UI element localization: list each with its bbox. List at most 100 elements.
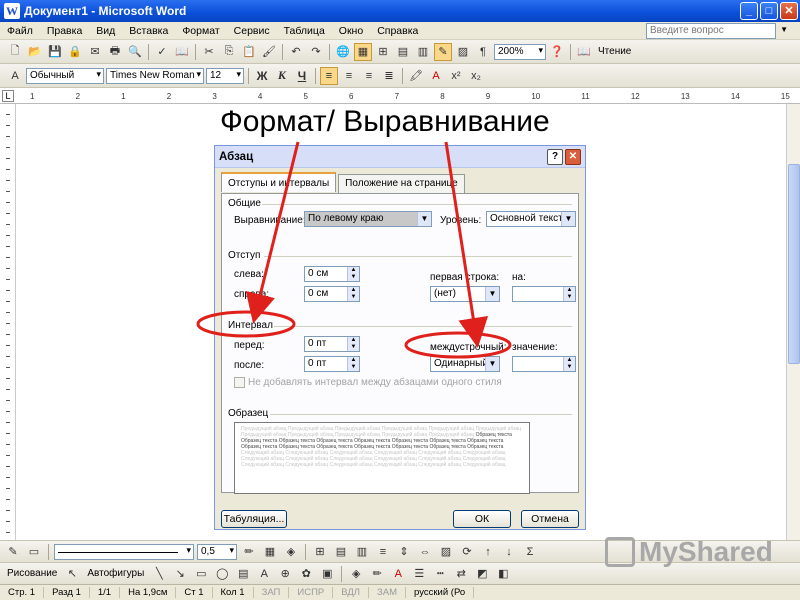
text-color-icon[interactable]: A [389, 565, 407, 583]
insert-excel-icon[interactable]: ▤ [394, 43, 412, 61]
arrow-style-icon[interactable]: ⇄ [452, 565, 470, 583]
tab-indents-spacing[interactable]: Отступы и интервалы [221, 172, 337, 192]
table-draw-icon[interactable]: ✎ [4, 543, 22, 561]
menu-file[interactable]: Файл [0, 25, 40, 37]
font-color-icon[interactable]: A [427, 67, 445, 85]
cancel-button[interactable]: Отмена [521, 510, 579, 528]
superscript-icon[interactable]: x² [447, 67, 465, 85]
document-map-icon[interactable]: ▨ [454, 43, 472, 61]
autoformat-icon[interactable]: ▨ [437, 543, 455, 561]
font-select[interactable]: Times New Roman [106, 67, 204, 84]
no-space-checkbox[interactable] [234, 377, 245, 388]
new-document-icon[interactable]: 🗋 [6, 43, 24, 61]
indent-by-spinner[interactable]: ▲ ▼ [563, 287, 575, 301]
menu-edit[interactable]: Правка [40, 25, 89, 37]
indent-right-input[interactable]: 0 см ▲ ▼ [304, 286, 360, 302]
text-direction-icon[interactable]: ⟳ [458, 543, 476, 561]
sort-desc-icon[interactable]: ↓ [500, 543, 518, 561]
level-select[interactable]: Основной текст ▼ [486, 211, 576, 227]
first-line-select[interactable]: (нет) ▼ [430, 286, 500, 302]
horizontal-ruler[interactable]: L 1 2 1 2 3 4 5 6 7 8 9 10 11 12 13 14 1… [0, 88, 800, 104]
shadow-icon[interactable]: ◩ [473, 565, 491, 583]
ok-button[interactable]: ОК [453, 510, 511, 528]
paste-icon[interactable]: 📋 [240, 43, 258, 61]
read-icon[interactable]: 📖 [575, 43, 593, 61]
undo-icon[interactable]: ↶ [287, 43, 305, 61]
wordart-icon[interactable]: A [255, 565, 273, 583]
diagram-icon[interactable]: ⊕ [276, 565, 294, 583]
italic-button[interactable]: К [273, 67, 291, 85]
status-trk[interactable]: ИСПР [289, 587, 334, 598]
format-painter-icon[interactable]: 🖌 [260, 43, 278, 61]
line-style-icon[interactable]: ☰ [410, 565, 428, 583]
tab-selector-icon[interactable]: L [2, 90, 14, 102]
arrow-tool-icon[interactable]: ↘ [171, 565, 189, 583]
indent-left-input[interactable]: 0 см ▲ ▼ [304, 266, 360, 282]
align-cell-icon[interactable]: ≡ [374, 543, 392, 561]
tabs-button[interactable]: Табуляция... [221, 510, 287, 528]
hyperlink-icon[interactable]: 🌐 [334, 43, 352, 61]
style-select[interactable]: Обычный [26, 67, 104, 84]
alignment-select[interactable]: По левому краю ▼ [304, 211, 432, 227]
dialog-close-button[interactable]: ✕ [565, 149, 581, 165]
status-rec[interactable]: ЗАП [254, 587, 290, 598]
menu-view[interactable]: Вид [89, 25, 122, 37]
copy-icon[interactable]: ⎘ [220, 43, 238, 61]
distribute-cols-icon[interactable]: ⇔ [416, 543, 434, 561]
3d-icon[interactable]: ◧ [494, 565, 512, 583]
styles-icon[interactable]: A [6, 67, 24, 85]
email-icon[interactable]: ✉ [86, 43, 104, 61]
level-dropdown-icon[interactable]: ▼ [561, 212, 575, 226]
spelling-icon[interactable]: ✓ [153, 43, 171, 61]
menu-format[interactable]: Формат [175, 25, 226, 37]
spacing-after-input[interactable]: 0 пт ▲ ▼ [304, 356, 360, 372]
vertical-scrollbar[interactable] [786, 104, 800, 540]
line-style-select[interactable] [54, 543, 194, 560]
status-ext[interactable]: ВДЛ [333, 587, 370, 598]
align-left-icon[interactable]: ≡ [320, 66, 338, 85]
textbox-tool-icon[interactable]: ▤ [234, 565, 252, 583]
distribute-rows-icon[interactable]: ⇕ [395, 543, 413, 561]
line-spacing-select[interactable]: Одинарный ▼ [430, 356, 500, 372]
fill-color-icon[interactable]: ◈ [347, 565, 365, 583]
dash-style-icon[interactable]: ┅ [431, 565, 449, 583]
align-right-icon[interactable]: ≡ [360, 67, 378, 85]
spacing-before-input[interactable]: 0 пт ▲ ▼ [304, 336, 360, 352]
line-tool-icon[interactable]: ╲ [150, 565, 168, 583]
rectangle-tool-icon[interactable]: ▭ [192, 565, 210, 583]
underline-button[interactable]: Ч [293, 67, 311, 85]
font-size-select[interactable]: 12 [206, 67, 244, 84]
close-window-button[interactable]: ✕ [780, 2, 798, 20]
spacing-after-spinner[interactable]: ▲ ▼ [347, 357, 359, 371]
minimize-button[interactable]: _ [740, 2, 758, 20]
print-preview-icon[interactable]: 🔍 [126, 43, 144, 61]
sort-asc-icon[interactable]: ↑ [479, 543, 497, 561]
oval-tool-icon[interactable]: ◯ [213, 565, 231, 583]
justify-icon[interactable]: ≣ [380, 67, 398, 85]
zoom-select[interactable]: 200% [494, 43, 546, 60]
drawing-icon[interactable]: ✎ [434, 42, 452, 61]
subscript-icon[interactable]: x₂ [467, 67, 485, 85]
indent-right-spinner[interactable]: ▲ ▼ [347, 287, 359, 301]
indent-by-input[interactable]: ▲ ▼ [512, 286, 576, 302]
select-objects-icon[interactable]: ↖ [63, 565, 81, 583]
clipart-icon[interactable]: ✿ [297, 565, 315, 583]
menu-tools[interactable]: Сервис [227, 25, 277, 37]
drawing-menu-button[interactable]: Рисование [4, 568, 60, 579]
insert-table-icon[interactable]: ⊞ [374, 43, 392, 61]
tab-line-page-breaks[interactable]: Положение на странице [338, 174, 465, 194]
print-icon[interactable]: 🖶 [106, 43, 124, 61]
line-width-select[interactable]: 0,5 [197, 543, 237, 560]
status-ovr[interactable]: ЗАМ [369, 587, 407, 598]
columns-icon[interactable]: ▥ [414, 43, 432, 61]
scrollbar-thumb[interactable] [788, 164, 800, 364]
open-folder-icon[interactable]: 📂 [26, 43, 44, 61]
research-icon[interactable]: 📖 [173, 43, 191, 61]
borders-icon[interactable]: ▦ [261, 543, 279, 561]
menu-window[interactable]: Окно [332, 25, 370, 37]
help-search-input[interactable]: Введите вопрос [646, 23, 776, 39]
vertical-ruler[interactable] [0, 104, 16, 544]
read-button[interactable]: Чтение [595, 46, 634, 57]
help-dropdown-icon[interactable]: ▼ [780, 25, 788, 34]
border-color-icon[interactable]: ✏ [240, 543, 258, 561]
